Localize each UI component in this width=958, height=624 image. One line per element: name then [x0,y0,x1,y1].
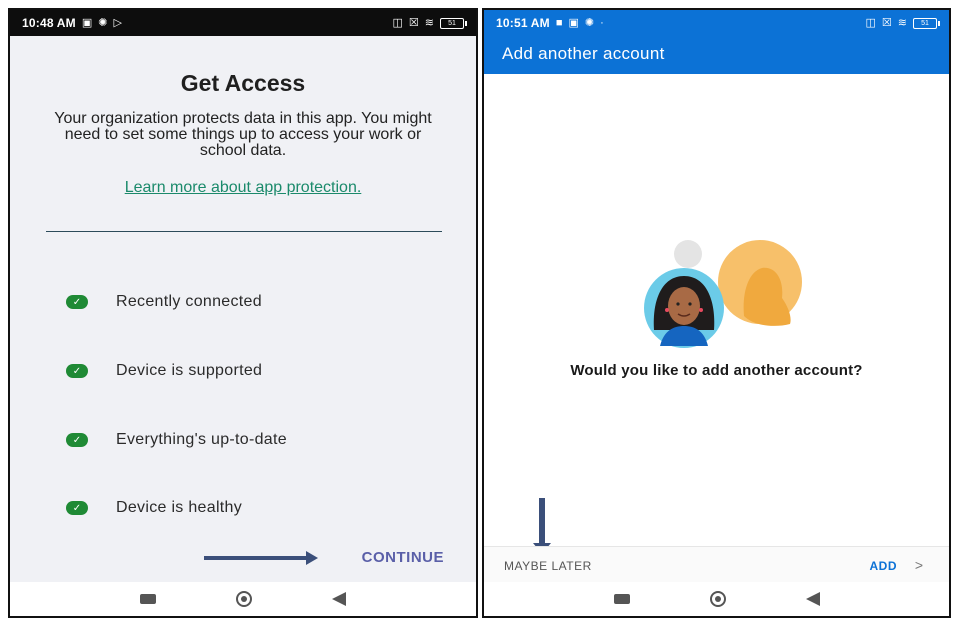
battery-icon: 51 [440,17,467,29]
lock-icon: ◫ [865,16,876,29]
nav-bar [10,582,476,616]
learn-more-link[interactable]: Learn more about app protection. [10,179,476,197]
chevron-right-icon[interactable]: > [915,557,923,573]
check-label: Device is healthy [116,499,243,516]
accounts-illustration-icon [644,240,802,348]
check-icon: ✓ [66,433,88,447]
check-item-device-healthy: ✓ Device is healthy [66,499,242,517]
check-label: Device is supported [116,362,263,379]
app-bar: Add another account [484,36,949,74]
sim-icon: ☒ [408,16,419,29]
wifi-icon: ≋ [897,16,907,29]
divider [46,231,442,232]
add-button[interactable]: ADD [870,559,898,573]
check-item-up-to-date: ✓ Everything's up-to-date [66,431,287,449]
home-icon[interactable] [236,591,252,607]
maybe-later-button[interactable]: MAYBE LATER [504,559,592,573]
page-title: Get Access [180,70,306,96]
add-account-screen: 10:51 AM ■ ▣ ✺ · ◫ ☒ ≋ 51 Add another ac… [482,8,951,618]
gear-icon: ✺ [584,16,595,29]
arrow-down-icon [533,498,551,554]
check-icon: ✓ [66,295,88,309]
get-access-screen: 10:48 AM ▣ ✺ ▷ ◫ ☒ ≋ 51 Get Access Your … [8,8,478,618]
recents-icon[interactable] [613,594,630,604]
continue-button[interactable]: CONTINUE [362,549,444,566]
check-item-recently-connected: ✓ Recently connected [66,293,262,311]
nav-bar [484,582,949,616]
lock-icon: ◫ [392,16,403,29]
check-icon: ✓ [66,501,88,515]
recents-icon[interactable] [140,594,156,604]
status-time: 10:51 AM [496,16,550,30]
check-icon: ✓ [66,364,88,378]
bottom-action-bar: MAYBE LATER ADD > [484,546,949,585]
dot-icon: · [600,16,604,29]
check-label: Everything's up-to-date [116,431,287,448]
check-item-device-supported: ✓ Device is supported [66,362,262,380]
wifi-icon: ≋ [424,16,434,29]
status-time: 10:48 AM [22,16,76,30]
back-icon[interactable] [332,592,346,606]
home-icon[interactable] [709,591,726,607]
status-bar: 10:51 AM ■ ▣ ✺ · ◫ ☒ ≋ 51 [484,10,949,36]
app-bar-title: Add another account [502,44,665,63]
question-text: Would you like to add another account? [570,362,863,379]
sim-icon: ☒ [881,16,892,29]
teams-icon: ■ [555,16,563,29]
arrow-right-icon [204,551,318,565]
image-icon: ▣ [81,16,93,29]
status-bar: 10:48 AM ▣ ✺ ▷ ◫ ☒ ≋ 51 [10,10,476,36]
battery-icon: 51 [913,17,940,29]
back-icon[interactable] [805,592,820,606]
play-icon: ▷ [113,16,122,29]
gear-icon: ✺ [98,16,108,29]
description-text: Your organization protects data in this … [54,110,432,159]
image-icon: ▣ [568,16,579,29]
check-label: Recently connected [116,293,262,310]
